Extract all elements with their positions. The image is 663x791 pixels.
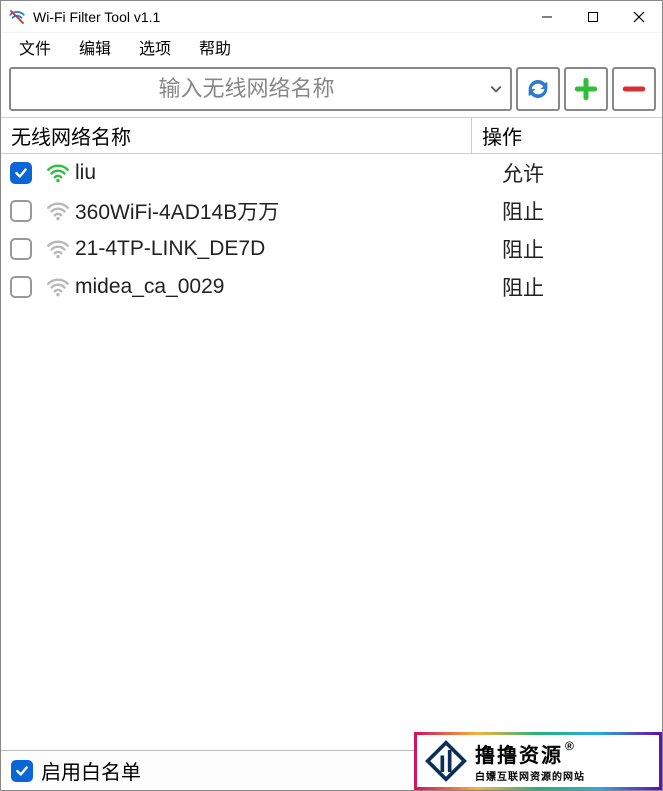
column-header-name[interactable]: 无线网络名称 — [1, 118, 472, 153]
action-cell: 阻止 — [472, 196, 662, 226]
watermark-registered-icon: ® — [565, 739, 576, 753]
row-checkbox[interactable] — [10, 200, 32, 222]
add-button[interactable] — [564, 67, 608, 111]
wifi-signal-icon — [41, 274, 75, 300]
wifi-signal-icon — [41, 160, 75, 186]
network-name-combobox[interactable] — [9, 67, 512, 111]
whitelist-label: 启用白名单 — [41, 756, 141, 785]
table-row[interactable]: liu 允许 — [1, 154, 662, 192]
whitelist-checkbox[interactable] — [11, 760, 33, 782]
table-row[interactable]: 21-4TP-LINK_DE7D 阻止 — [1, 230, 662, 268]
action-cell: 阻止 — [472, 234, 662, 264]
window-title: Wi-Fi Filter Tool v1.1 — [33, 9, 524, 25]
window-controls — [524, 1, 662, 32]
watermark: 撸撸资源® 白嫖互联网资源的网站 — [414, 732, 662, 790]
network-name-cell: 360WiFi-4AD14B万万 — [75, 196, 472, 226]
network-name-input[interactable] — [11, 76, 482, 102]
refresh-button[interactable] — [516, 67, 560, 111]
table-row[interactable]: 360WiFi-4AD14B万万 阻止 — [1, 192, 662, 230]
watermark-main: 撸撸资源 — [475, 739, 563, 768]
menu-bar: 文件 编辑 选项 帮助 — [1, 33, 662, 61]
footer-bar: 启用白名单 撸撸资源® 白嫖互联网资源的网站 — [1, 750, 662, 790]
wifi-signal-icon — [41, 198, 75, 224]
row-checkbox[interactable] — [10, 162, 32, 184]
table-header: 无线网络名称 操作 — [1, 118, 662, 154]
app-icon — [7, 7, 27, 27]
wifi-signal-icon — [41, 236, 75, 262]
action-cell: 允许 — [472, 158, 662, 188]
action-cell: 阻止 — [472, 272, 662, 302]
table-row[interactable]: midea_ca_0029 阻止 — [1, 268, 662, 306]
watermark-text: 撸撸资源® 白嫖互联网资源的网站 — [475, 739, 585, 783]
network-list: liu 允许 360WiFi-4AD14B万万 阻止 21-4TP-LINK_D… — [1, 154, 662, 750]
maximize-button[interactable] — [570, 1, 616, 33]
column-header-action[interactable]: 操作 — [472, 118, 662, 153]
menu-edit[interactable]: 编辑 — [71, 33, 119, 61]
row-checkbox[interactable] — [10, 276, 32, 298]
watermark-logo-icon — [423, 738, 469, 784]
chevron-down-icon[interactable] — [482, 82, 510, 96]
menu-file[interactable]: 文件 — [11, 33, 59, 61]
watermark-sub: 白嫖互联网资源的网站 — [475, 768, 585, 783]
network-name-cell: liu — [75, 161, 472, 185]
remove-button[interactable] — [612, 67, 656, 111]
minimize-button[interactable] — [524, 1, 570, 33]
network-name-cell: midea_ca_0029 — [75, 275, 472, 299]
toolbar — [1, 61, 662, 118]
application-window: Wi-Fi Filter Tool v1.1 文件 编辑 选项 帮助 无线网络名… — [0, 0, 663, 791]
title-bar[interactable]: Wi-Fi Filter Tool v1.1 — [1, 1, 662, 33]
close-button[interactable] — [616, 1, 662, 33]
menu-help[interactable]: 帮助 — [191, 33, 239, 61]
row-checkbox[interactable] — [10, 238, 32, 260]
network-name-cell: 21-4TP-LINK_DE7D — [75, 237, 472, 261]
menu-options[interactable]: 选项 — [131, 33, 179, 61]
